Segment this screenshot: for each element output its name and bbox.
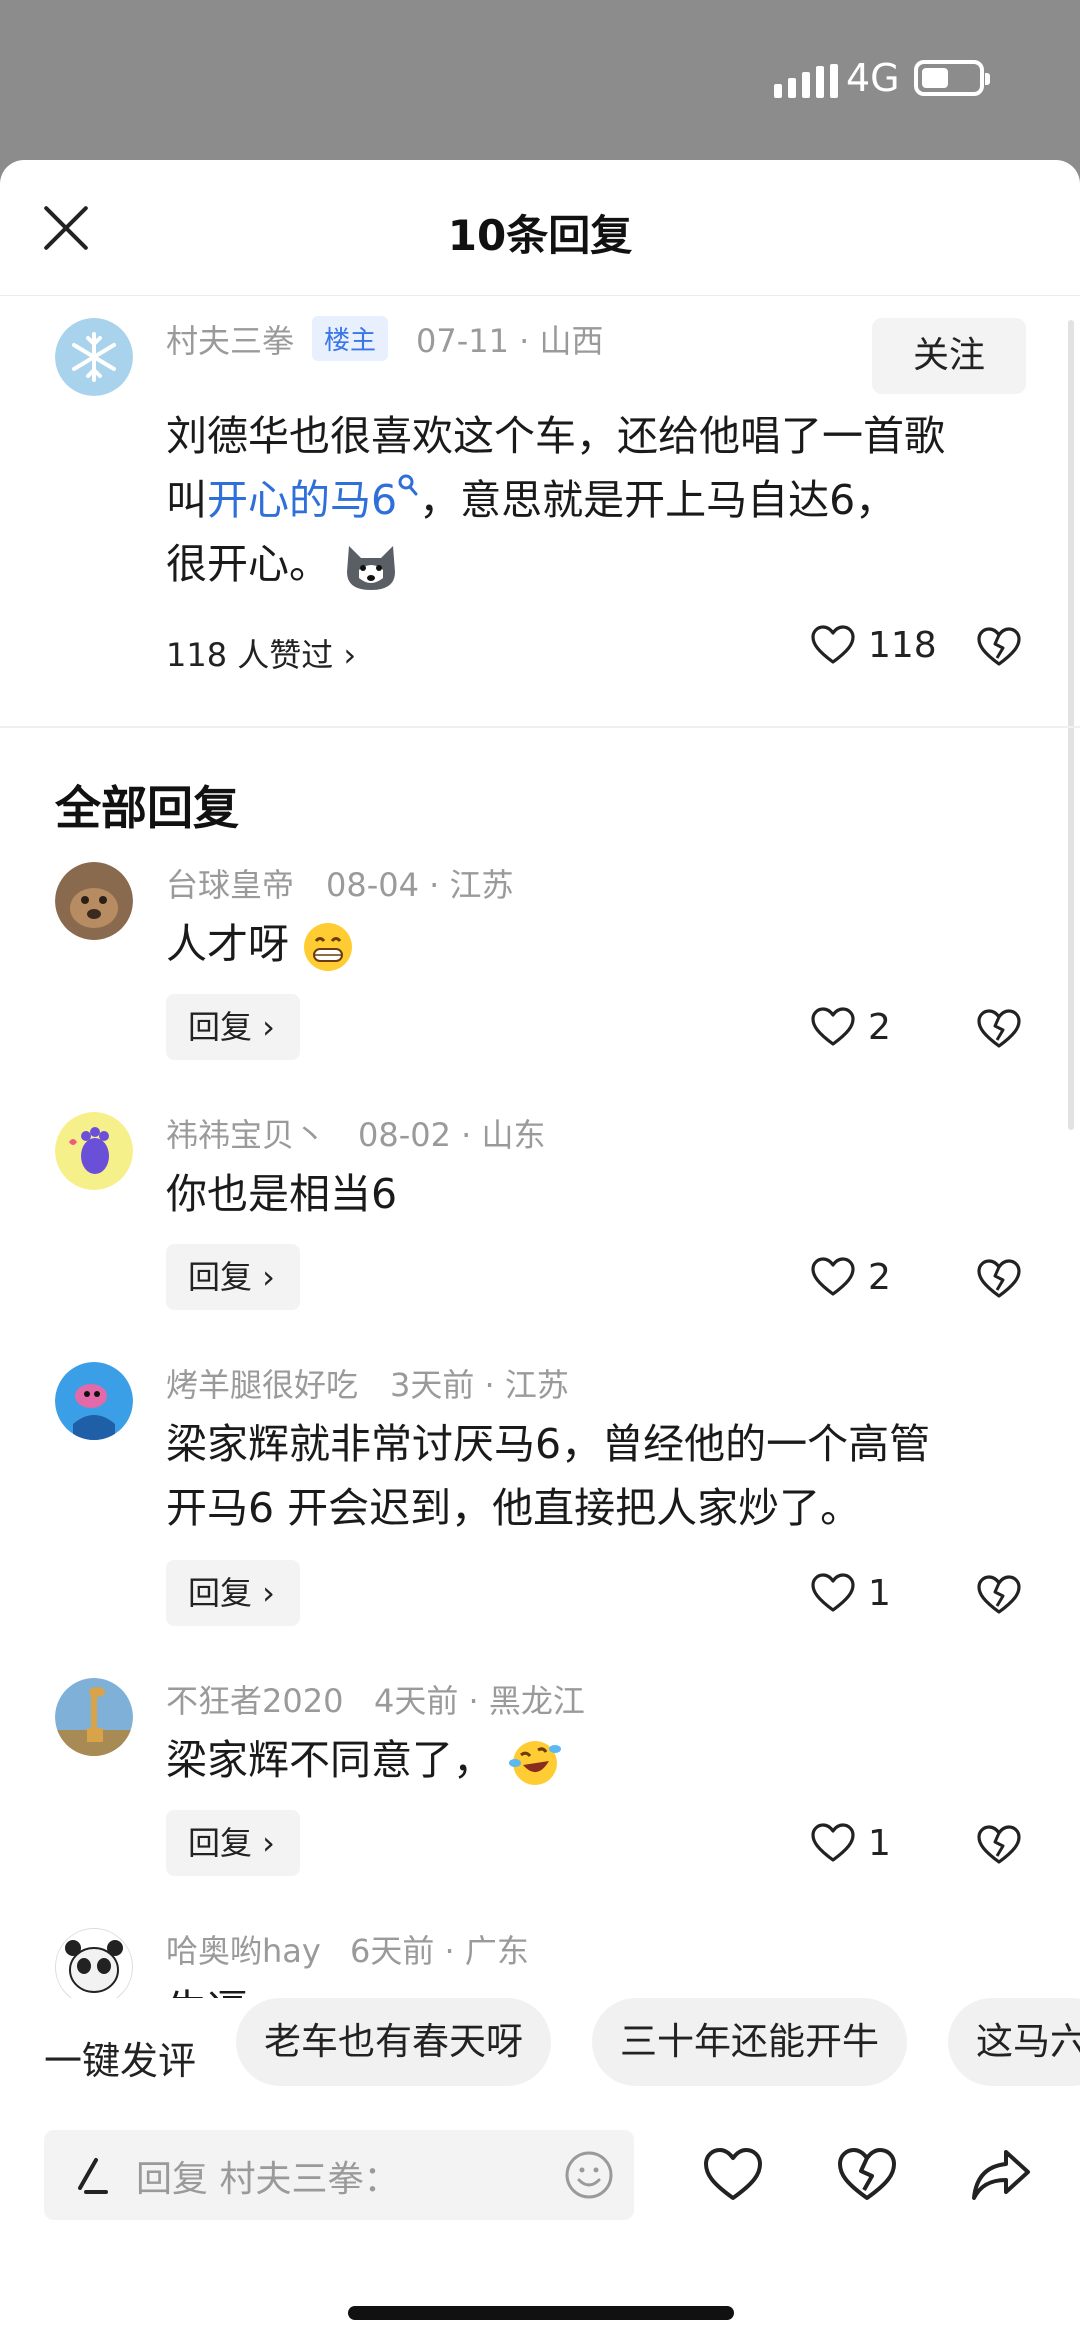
- main-comment-line: 刘德华也很喜欢这个车，还给他唱了一首歌: [166, 412, 945, 460]
- quick-comment-chip[interactable]: 老车也有春天呀: [236, 1998, 551, 2086]
- reply-input-placeholder: 回复 村夫三拳：: [136, 2159, 400, 2200]
- battery-icon: [914, 60, 990, 96]
- dislike-icon[interactable]: [976, 1008, 1022, 1050]
- like-button[interactable]: 2: [810, 1256, 891, 1298]
- grin-emoji-icon: [304, 923, 353, 971]
- text-fragment: ，意思就是开上马自达6，: [419, 476, 897, 524]
- comment-meta: 07-11 · 山西: [416, 322, 604, 360]
- author-badge: 楼主: [312, 316, 389, 361]
- search-link[interactable]: 开心的马6: [207, 474, 419, 524]
- reply-button[interactable]: 回复 ›: [166, 994, 300, 1060]
- comment-meta: 6天前 · 广东: [350, 1932, 529, 1970]
- avatar[interactable]: [55, 1362, 133, 1440]
- like-button[interactable]: 2: [810, 1006, 891, 1048]
- status-bar: 4G: [0, 0, 1080, 160]
- reply-button[interactable]: 回复 ›: [166, 1810, 300, 1876]
- main-comment-line: 很开心。: [166, 532, 1046, 596]
- heart-icon: [811, 1007, 855, 1046]
- reply-text: 人才呀: [166, 912, 1046, 976]
- username[interactable]: 祎祎宝贝丶: [166, 1110, 326, 1156]
- home-indicator[interactable]: [348, 2306, 734, 2320]
- reply-text: 牛逼: [166, 1978, 1046, 1998]
- dislike-icon[interactable]: [976, 1574, 1022, 1616]
- emoji-icon[interactable]: [564, 2150, 614, 2200]
- username[interactable]: 哈奥哟hay: [166, 1926, 321, 1972]
- pen-icon: [78, 2158, 108, 2194]
- username[interactable]: 不狂者2020: [166, 1676, 343, 1722]
- like-button[interactable]: 1: [810, 1822, 891, 1864]
- comment-meta: 08-02 · 山东: [358, 1116, 546, 1154]
- reply-button[interactable]: 回复 ›: [166, 1560, 300, 1626]
- signal-icon: [774, 64, 838, 98]
- reply-button[interactable]: 回复 ›: [166, 1244, 300, 1310]
- main-comment-text: 刘德华也很喜欢这个车，还给他唱了一首歌 叫开心的马6 ，意思就是开上马自达6， 很…: [166, 404, 1046, 596]
- like-count: 2: [868, 1256, 891, 1298]
- like-count: 118: [868, 624, 937, 666]
- husky-emoji-icon: [347, 546, 396, 590]
- reply-text-content: 梁家辉不同意了，: [166, 1736, 494, 1784]
- text-fragment: 叫: [166, 476, 207, 524]
- username[interactable]: 烤羊腿很好吃: [166, 1360, 358, 1406]
- avatar[interactable]: [55, 1928, 133, 2006]
- like-count: 1: [868, 1572, 891, 1614]
- username[interactable]: 台球皇帝: [166, 860, 294, 906]
- scrollbar[interactable]: [1068, 320, 1074, 1130]
- reply-text-content: 人才呀: [166, 920, 289, 968]
- quick-comment-chip[interactable]: 三十年还能开牛: [592, 1998, 907, 2086]
- heart-icon: [811, 1257, 855, 1296]
- like-button[interactable]: 118: [810, 624, 937, 666]
- like-count: 1: [868, 1822, 891, 1864]
- reply-input[interactable]: 回复 村夫三拳：: [44, 2130, 634, 2220]
- sheet-header: 10条回复: [0, 160, 1080, 296]
- dislike-icon[interactable]: [976, 626, 1022, 668]
- like-button[interactable]: 1: [810, 1572, 891, 1614]
- dislike-icon[interactable]: [976, 1824, 1022, 1866]
- avatar[interactable]: [55, 1112, 133, 1190]
- reply-text: 梁家辉不同意了，: [166, 1728, 1046, 1792]
- comment-composer: 一键发评 老车也有春天呀 三十年还能开牛 这马六 回复 村夫三拳：: [0, 1998, 1080, 2342]
- comment-meta: 3天前 · 江苏: [390, 1366, 569, 1404]
- reply-text: 你也是相当6: [166, 1170, 398, 1218]
- text-fragment: 很开心。: [166, 540, 330, 588]
- replies-sheet: 10条回复 村夫三拳 楼主 07-11 · 山西 关注 刘德华也很喜欢这个车，还…: [0, 160, 1080, 2342]
- dislike-icon[interactable]: [836, 2146, 898, 2204]
- laughing-tears-emoji-icon: [509, 1741, 562, 1785]
- reply-text-content: 牛逼: [166, 1986, 248, 1998]
- sheet-title: 10条回复: [447, 211, 633, 260]
- heart-icon: [811, 1573, 855, 1612]
- liked-by-link[interactable]: 118 人赞过 ›: [166, 630, 356, 676]
- like-count: 2: [868, 1006, 891, 1048]
- heart-icon: [811, 625, 855, 664]
- quick-comment-label: 一键发评: [44, 2039, 197, 2083]
- search-link-label[interactable]: 开心的马6: [207, 476, 397, 524]
- reply-text-line: 梁家辉就非常讨厌马6，曾经他的一个高管: [166, 1420, 931, 1468]
- username[interactable]: 村夫三拳: [166, 316, 294, 362]
- dislike-icon[interactable]: [976, 1258, 1022, 1300]
- network-type: 4G: [846, 56, 900, 100]
- quick-comment-chip[interactable]: 这马六: [948, 1998, 1080, 2086]
- section-title: 全部回复: [55, 781, 239, 835]
- reply-text-line: 开马6 开会迟到，他直接把人家炒了。: [166, 1484, 862, 1532]
- avatar[interactable]: [55, 318, 133, 396]
- reply-text: 梁家辉就非常讨厌马6，曾经他的一个高管 开马6 开会迟到，他直接把人家炒了。: [166, 1412, 1046, 1540]
- comment-meta: 4天前 · 黑龙江: [374, 1682, 585, 1720]
- share-icon[interactable]: [970, 2146, 1032, 2204]
- follow-button[interactable]: 关注: [872, 318, 1026, 394]
- section-divider: [0, 726, 1080, 728]
- avatar[interactable]: [55, 862, 133, 940]
- heart-icon: [811, 1823, 855, 1862]
- search-icon: [398, 474, 418, 496]
- main-comment-line: 叫开心的马6 ，意思就是开上马自达6，: [166, 468, 1046, 532]
- comment-meta: 08-04 · 江苏: [326, 866, 514, 904]
- avatar[interactable]: [55, 1678, 133, 1756]
- like-icon[interactable]: [702, 2146, 764, 2204]
